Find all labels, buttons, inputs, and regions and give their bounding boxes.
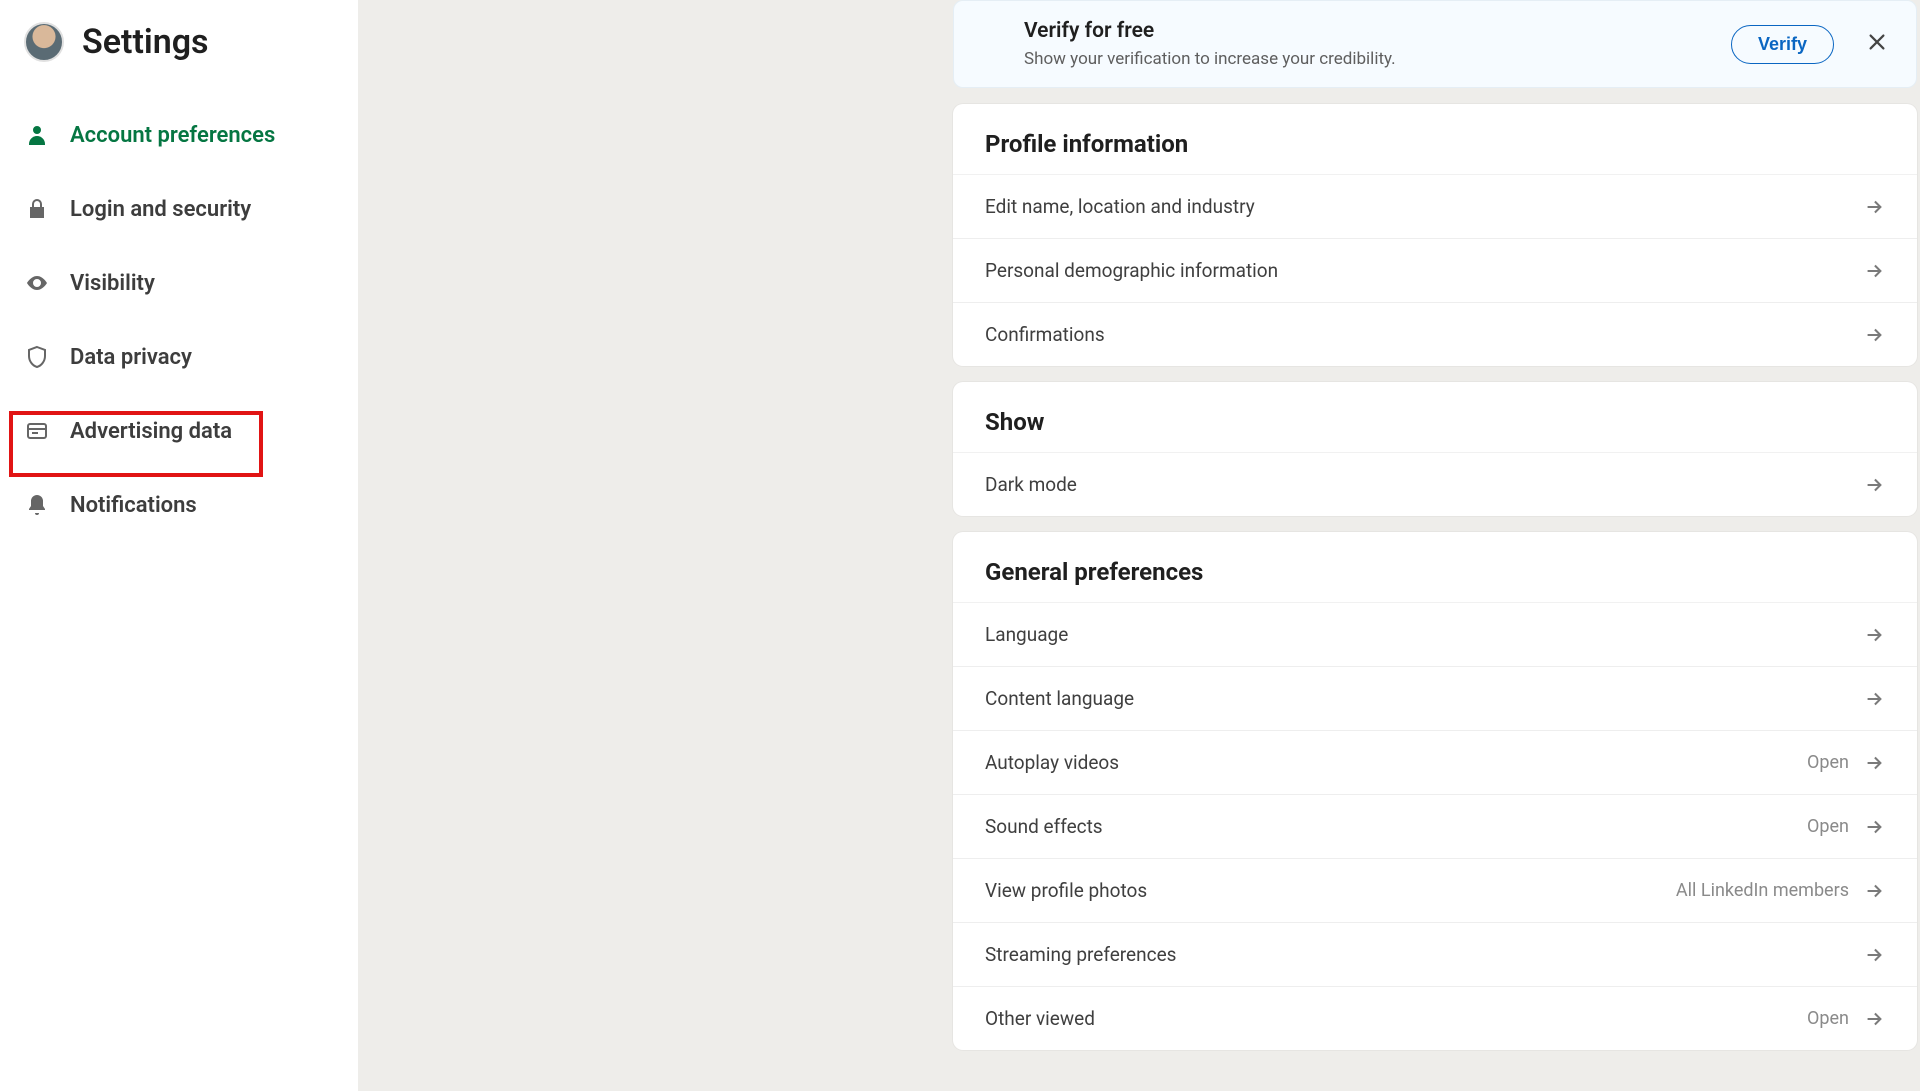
- sidebar-item-account-preferences[interactable]: Account preferences: [0, 98, 358, 172]
- row-value: All LinkedIn members: [1676, 880, 1849, 901]
- sidebar-item-notifications[interactable]: Notifications: [0, 468, 358, 542]
- main-content: Verify for free Show your verification t…: [358, 0, 1920, 1091]
- arrow-right-icon: [1863, 944, 1885, 966]
- shield-icon: [24, 344, 50, 370]
- sidebar-item-login-security[interactable]: Login and security: [0, 172, 358, 246]
- row-label: Language: [985, 623, 1863, 646]
- row-dark-mode[interactable]: Dark mode: [953, 452, 1917, 516]
- arrow-right-icon: [1863, 474, 1885, 496]
- eye-icon: [24, 270, 50, 296]
- row-label: Sound effects: [985, 815, 1807, 838]
- bell-icon: [24, 492, 50, 518]
- row-label: Edit name, location and industry: [985, 195, 1863, 218]
- close-icon[interactable]: [1862, 27, 1892, 62]
- section-show: Show Dark mode: [953, 382, 1917, 516]
- section-title: General preferences: [953, 532, 1917, 602]
- arrow-right-icon: [1863, 196, 1885, 218]
- banner-title: Verify for free: [1024, 19, 1731, 43]
- card-icon: [24, 418, 50, 444]
- section-title: Profile information: [953, 104, 1917, 174]
- row-view-profile-photos[interactable]: View profile photos All LinkedIn members: [953, 858, 1917, 922]
- row-value: Open: [1807, 752, 1849, 773]
- sidebar-item-label: Data privacy: [70, 345, 192, 370]
- row-label: View profile photos: [985, 879, 1676, 902]
- arrow-right-icon: [1863, 260, 1885, 282]
- lock-icon: [24, 196, 50, 222]
- sidebar-item-data-privacy[interactable]: Data privacy: [0, 320, 358, 394]
- row-other-viewed[interactable]: Other viewed Open: [953, 986, 1917, 1050]
- arrow-right-icon: [1863, 624, 1885, 646]
- sidebar-item-label: Advertising data: [70, 419, 232, 444]
- arrow-right-icon: [1863, 688, 1885, 710]
- row-autoplay-videos[interactable]: Autoplay videos Open: [953, 730, 1917, 794]
- row-label: Dark mode: [985, 473, 1863, 496]
- section-general-preferences: General preferences Language Content lan…: [953, 532, 1917, 1050]
- arrow-right-icon: [1863, 1008, 1885, 1030]
- arrow-right-icon: [1863, 880, 1885, 902]
- avatar[interactable]: [24, 22, 64, 62]
- arrow-right-icon: [1863, 752, 1885, 774]
- row-sound-effects[interactable]: Sound effects Open: [953, 794, 1917, 858]
- row-edit-name-location-industry[interactable]: Edit name, location and industry: [953, 174, 1917, 238]
- verify-banner: Verify for free Show your verification t…: [953, 0, 1917, 88]
- person-icon: [24, 122, 50, 148]
- sidebar-item-label: Login and security: [70, 197, 251, 222]
- row-label: Autoplay videos: [985, 751, 1807, 774]
- row-label: Content language: [985, 687, 1863, 710]
- banner-subtitle: Show your verification to increase your …: [1024, 49, 1731, 69]
- row-language[interactable]: Language: [953, 602, 1917, 666]
- row-label: Other viewed: [985, 1007, 1807, 1030]
- row-streaming-preferences[interactable]: Streaming preferences: [953, 922, 1917, 986]
- arrow-right-icon: [1863, 324, 1885, 346]
- row-content-language[interactable]: Content language: [953, 666, 1917, 730]
- row-confirmations[interactable]: Confirmations: [953, 302, 1917, 366]
- row-label: Personal demographic information: [985, 259, 1863, 282]
- page-title: Settings: [82, 22, 209, 62]
- row-value: Open: [1807, 816, 1849, 837]
- sidebar-nav: Account preferences Login and security V…: [0, 90, 358, 542]
- sidebar-item-visibility[interactable]: Visibility: [0, 246, 358, 320]
- sidebar-header: Settings: [0, 22, 358, 90]
- sidebar-item-advertising-data[interactable]: Advertising data: [0, 394, 358, 468]
- sidebar-item-label: Account preferences: [70, 123, 275, 148]
- verify-button[interactable]: Verify: [1731, 25, 1834, 64]
- sidebar-item-label: Visibility: [70, 271, 155, 296]
- row-label: Streaming preferences: [985, 943, 1863, 966]
- settings-sidebar: Settings Account preferences Login and s…: [0, 0, 358, 1091]
- section-profile-information: Profile information Edit name, location …: [953, 104, 1917, 366]
- row-label: Confirmations: [985, 323, 1863, 346]
- arrow-right-icon: [1863, 816, 1885, 838]
- sidebar-item-label: Notifications: [70, 493, 197, 518]
- row-personal-demographic[interactable]: Personal demographic information: [953, 238, 1917, 302]
- row-value: Open: [1807, 1008, 1849, 1029]
- section-title: Show: [953, 382, 1917, 452]
